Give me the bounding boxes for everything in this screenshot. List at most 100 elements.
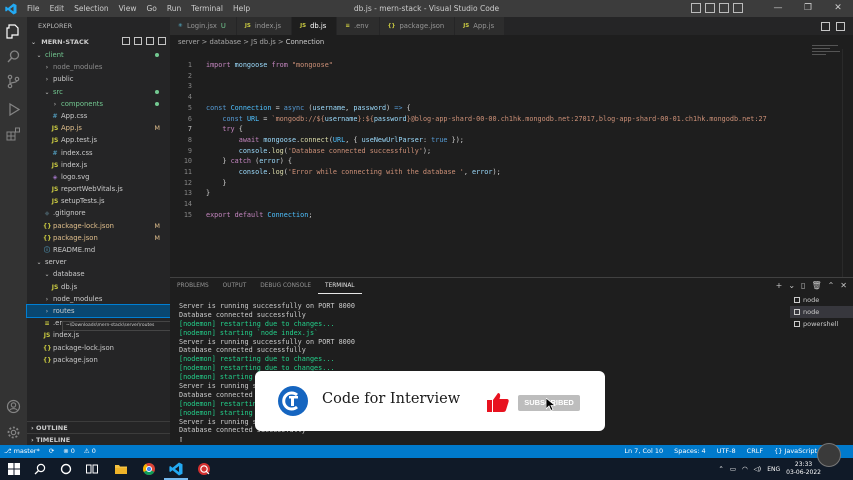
close-button[interactable]: ✕ xyxy=(823,0,853,17)
menu-item-go[interactable]: Go xyxy=(141,0,161,17)
terminal-instance[interactable]: node xyxy=(790,306,853,318)
menu-item-selection[interactable]: Selection xyxy=(69,0,114,17)
tree-item[interactable]: › components xyxy=(27,98,170,110)
clock[interactable]: 23:33 03-06-2022 xyxy=(786,461,821,477)
tree-item[interactable]: ⓘ README.md xyxy=(27,244,170,256)
tree-item[interactable]: ⌄ database xyxy=(27,268,170,280)
toggle-secondary-sidebar-icon[interactable] xyxy=(719,3,729,13)
file-explorer-icon[interactable] xyxy=(114,462,128,476)
line-ending[interactable]: CRLF xyxy=(747,445,763,458)
vscode-taskbar-icon[interactable] xyxy=(169,462,183,476)
tree-item[interactable]: ⌄ client xyxy=(27,49,170,61)
toggle-panel-icon[interactable] xyxy=(705,3,715,13)
tree-item[interactable]: JS App.js M xyxy=(27,122,170,134)
tab-index-js[interactable]: JS index.js xyxy=(236,17,293,35)
tab-env[interactable]: ≡ .env xyxy=(337,17,380,35)
errors-indicator[interactable]: ⊗ 0 xyxy=(63,445,75,458)
tree-item[interactable]: {}package.json M xyxy=(27,232,170,244)
run-debug-icon[interactable] xyxy=(6,102,21,117)
panel-tab-output[interactable]: OUTPUT xyxy=(216,278,254,294)
tree-item[interactable]: ⌄ src xyxy=(27,86,170,98)
split-terminal-icon[interactable]: ▯ xyxy=(801,281,805,291)
thumbs-up-icon[interactable] xyxy=(487,392,509,412)
settings-gear-icon[interactable] xyxy=(6,425,21,440)
panel-tab-terminal[interactable]: TERMINAL xyxy=(318,278,362,294)
terminal-instance[interactable]: powershell xyxy=(790,318,853,330)
new-folder-icon[interactable] xyxy=(134,37,142,45)
menu-item-view[interactable]: View xyxy=(114,0,142,17)
input-language[interactable]: ENG xyxy=(767,466,780,473)
refresh-icon[interactable] xyxy=(146,37,154,45)
task-view-icon[interactable] xyxy=(85,462,99,476)
tab-db-js[interactable]: JS db.js xyxy=(292,17,338,35)
extensions-icon[interactable] xyxy=(6,127,21,142)
volume-icon[interactable]: ◁) xyxy=(754,465,762,473)
breadcrumb-symbol[interactable]: Connection xyxy=(286,38,324,46)
project-header[interactable]: ⌄ MERN-STACK xyxy=(27,35,170,49)
tree-item[interactable]: {}package.json xyxy=(27,354,170,366)
account-icon[interactable] xyxy=(6,399,21,414)
encoding[interactable]: UTF-8 xyxy=(717,445,736,458)
sync-button[interactable]: ⟳ xyxy=(49,445,54,458)
customize-layout-icon[interactable] xyxy=(733,3,743,13)
tab-package-json[interactable]: {} package.json xyxy=(379,17,456,35)
tree-item[interactable]: JS setupTests.js xyxy=(27,195,170,207)
tree-item[interactable]: › routes xyxy=(26,303,171,319)
minimize-button[interactable]: — xyxy=(763,0,793,17)
menu-item-terminal[interactable]: Terminal xyxy=(186,0,228,17)
recording-app-icon[interactable] xyxy=(197,462,211,476)
chevron-up-icon[interactable]: ⌃ xyxy=(718,465,723,473)
code-editor[interactable]: 1 import mongoose from "mongoose" 2 3 4 5 cons… xyxy=(170,49,800,277)
panel-tab-debug-console[interactable]: DEBUG CONSOLE xyxy=(253,278,318,294)
search-icon[interactable] xyxy=(33,462,47,476)
tree-item[interactable]: JS index.js xyxy=(27,159,170,171)
tree-item[interactable]: {}package-lock.json M xyxy=(27,220,170,232)
minimap[interactable] xyxy=(812,45,842,75)
menu-item-help[interactable]: Help xyxy=(228,0,255,17)
collapse-all-icon[interactable] xyxy=(158,37,166,45)
chevron-down-icon[interactable]: ⌄ xyxy=(788,281,795,291)
close-panel-icon[interactable]: ✕ xyxy=(840,281,847,291)
split-editor-icon[interactable] xyxy=(821,21,830,31)
editor-scrollbar[interactable] xyxy=(842,49,853,277)
wifi-icon[interactable]: ◠ xyxy=(742,465,748,473)
search-icon[interactable] xyxy=(6,49,21,64)
maximize-panel-icon[interactable]: ⌃ xyxy=(828,281,835,291)
tree-item[interactable]: › node_modules xyxy=(27,61,170,73)
tree-item[interactable]: › node_modules xyxy=(27,293,170,305)
tab-login-jsx[interactable]: ⚛ Login.jsx U xyxy=(170,17,237,35)
battery-icon[interactable]: ▭ xyxy=(730,465,736,473)
tree-item[interactable]: › public xyxy=(27,73,170,85)
tree-item[interactable]: ⌄ server xyxy=(27,256,170,268)
tree-item[interactable]: ◆ .gitignore xyxy=(27,207,170,219)
breadcrumb-path[interactable]: server > database > JS db.js > xyxy=(178,38,286,46)
new-file-icon[interactable] xyxy=(122,37,130,45)
explorer-icon[interactable] xyxy=(6,24,21,39)
tree-item[interactable]: # index.css xyxy=(27,147,170,159)
tab-app-js[interactable]: JS App.js xyxy=(455,17,506,35)
chrome-icon[interactable] xyxy=(142,462,156,476)
menu-item-edit[interactable]: Edit xyxy=(45,0,70,17)
warnings-indicator[interactable]: ⚠ 0 xyxy=(84,445,96,458)
branch-indicator[interactable]: ⎇ master* xyxy=(4,445,40,458)
indentation[interactable]: Spaces: 4 xyxy=(674,445,706,458)
tree-item[interactable]: JS db.js xyxy=(27,281,170,293)
source-control-icon[interactable] xyxy=(6,74,21,89)
language-mode[interactable]: {} JavaScript xyxy=(774,445,817,458)
toggle-sidebar-icon[interactable] xyxy=(691,3,701,13)
menu-item-run[interactable]: Run xyxy=(162,0,186,17)
cursor-position[interactable]: Ln 7, Col 10 xyxy=(624,445,663,458)
tree-item[interactable]: {}package-lock.json xyxy=(27,342,170,354)
tree-item[interactable]: JS App.test.js xyxy=(27,134,170,146)
cortana-icon[interactable] xyxy=(59,462,73,476)
tree-item[interactable]: # App.css xyxy=(27,110,170,122)
maximize-button[interactable]: ❐ xyxy=(793,0,823,17)
windows-start-icon[interactable] xyxy=(7,462,21,476)
tree-item[interactable]: JS reportWebVitals.js xyxy=(27,183,170,195)
more-actions-icon[interactable] xyxy=(836,21,845,31)
trash-icon[interactable]: 🗑︎ xyxy=(811,281,821,291)
menu-item-file[interactable]: File xyxy=(22,0,45,17)
terminal-instance[interactable]: node xyxy=(790,294,853,306)
timeline-section[interactable]: › TIMELINE xyxy=(27,433,170,445)
tree-item[interactable]: JS index.js xyxy=(27,329,170,341)
